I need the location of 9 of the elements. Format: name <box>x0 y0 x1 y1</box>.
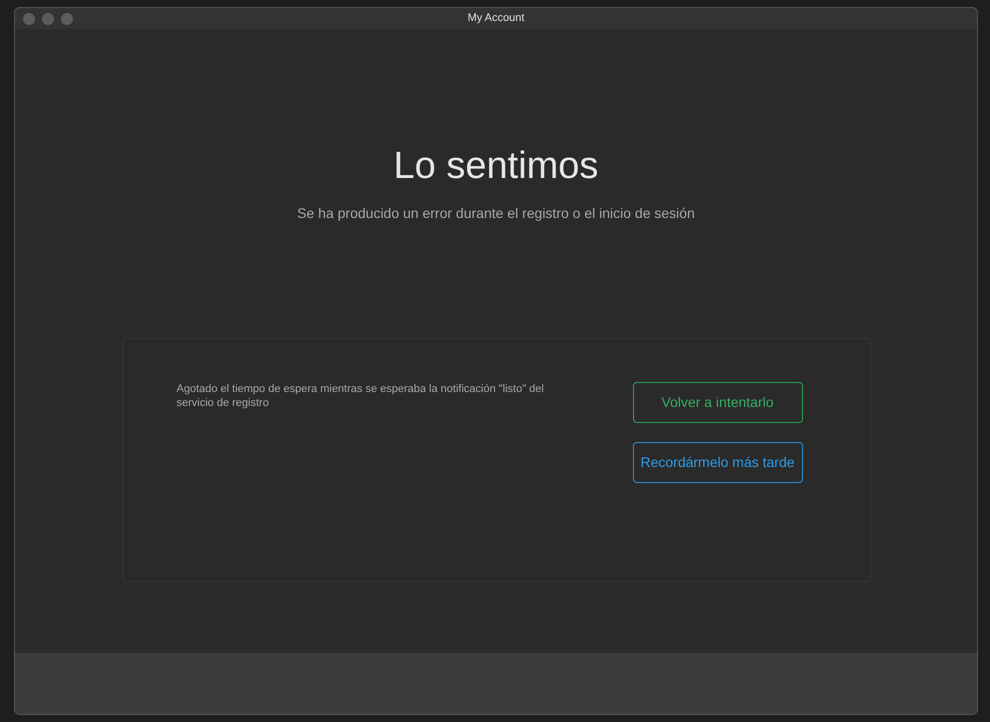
window-title: My Account <box>468 11 524 26</box>
zoom-button[interactable] <box>61 12 73 24</box>
subtitle: Se ha producido un error durante el registro o el inicio de sesión <box>297 204 695 223</box>
heading: Lo sentimos <box>394 147 598 185</box>
close-button[interactable] <box>23 12 35 24</box>
retry-button[interactable]: Volver a intentarlo <box>632 382 802 423</box>
error-message: Agotado el tiempo de espera mientras se esperaba la notificación "listo" del servicio de registro <box>176 382 545 411</box>
minimize-button[interactable] <box>42 12 54 24</box>
remind-later-button[interactable]: Recordármelo más tarde <box>632 442 802 483</box>
